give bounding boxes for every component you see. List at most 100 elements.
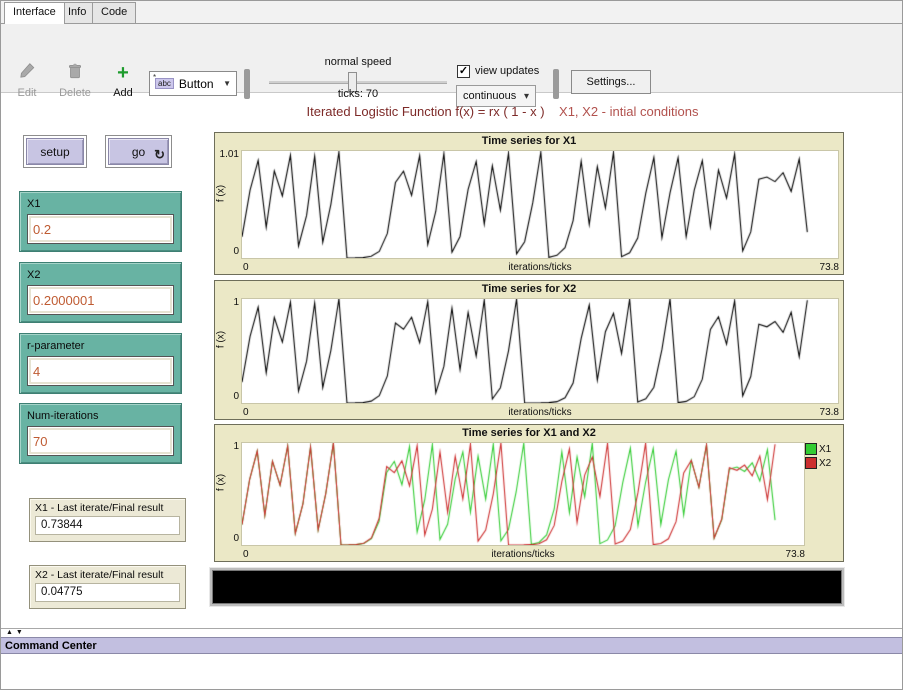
pencil-icon <box>7 62 47 84</box>
add-widget-button[interactable]: + Add <box>103 62 143 99</box>
plot3-legend: X1 X2 <box>805 443 841 471</box>
view-updates-label: view updates <box>475 65 539 77</box>
plot2-xlabel: iterations/ticks <box>241 407 839 418</box>
tab-code-label: Code <box>101 6 127 18</box>
trash-icon <box>55 62 95 84</box>
delete-label: Delete <box>59 87 91 99</box>
legend-swatch-x1 <box>805 443 817 455</box>
input-r-parameter-field[interactable] <box>27 356 174 386</box>
input-x2-label: X2 <box>27 269 174 281</box>
ticks-counter: ticks: 70 <box>269 88 447 100</box>
plot3-xmax-tick: 73.8 <box>786 549 805 560</box>
model-title-main: Iterated Logistic Function f(x) = rx ( 1… <box>306 104 544 119</box>
plot3-canvas <box>242 443 804 545</box>
monitor-x2-label: X2 - Last iterate/Final result <box>35 569 180 581</box>
plot2-ylabel: f (x) <box>216 320 227 360</box>
check-icon: ✓ <box>459 65 468 77</box>
input-num-iterations-field[interactable] <box>27 426 174 456</box>
legend-entry-x1: X1 <box>805 443 841 455</box>
toolbar-separator-2 <box>553 69 559 99</box>
plot2-canvas-area <box>241 298 839 404</box>
plot2-title: Time series for X2 <box>215 283 843 295</box>
plot2-xmax-tick: 73.8 <box>820 407 839 418</box>
monitor-x1-value: 0.73844 <box>35 516 180 535</box>
plot3-ylabel: f (x) <box>216 463 227 503</box>
command-center-header[interactable]: Command Center <box>1 637 902 654</box>
legend-label-x2: X2 <box>819 458 831 469</box>
command-center-splitter[interactable] <box>1 628 902 629</box>
plot1-xmax-tick: 73.8 <box>820 262 839 273</box>
go-button[interactable]: go ↻ <box>108 138 169 165</box>
model-title: Iterated Logistic Function f(x) = rx ( 1… <box>101 104 903 119</box>
go-button-frame: go ↻ <box>105 135 172 168</box>
edit-button[interactable]: Edit <box>7 62 47 99</box>
input-widget-x2: X2 <box>19 262 182 323</box>
chevron-down-icon: ▾ <box>524 91 529 102</box>
input-widget-x1: X1 <box>19 191 182 252</box>
legend-swatch-x2 <box>805 457 817 469</box>
plot2-ymax-tick: 1 <box>215 297 239 308</box>
delete-button[interactable]: Delete <box>55 62 95 99</box>
monitor-x2-value: 0.04775 <box>35 583 180 602</box>
plot-time-series-x2: Time series for X2 1 f (x) 0 0 iteration… <box>214 280 844 420</box>
input-x1-label: X1 <box>27 198 174 210</box>
command-center-collapse-arrows[interactable]: ▲▼ <box>6 629 26 636</box>
plot1-canvas <box>242 151 838 258</box>
dropdown-arrow-icon: ▼ <box>223 79 231 88</box>
plot-time-series-x1: Time series for X1 1.01 f (x) 0 0 iterat… <box>214 132 844 275</box>
update-mode-value: continuous <box>463 90 516 102</box>
plot1-ylabel: f (x) <box>216 173 227 213</box>
plot3-ymin-tick: 0 <box>215 533 239 544</box>
netlogo-window: Interface Info Code Edit Delete + Add *a… <box>0 0 903 690</box>
input-widget-r-parameter: r-parameter <box>19 333 182 394</box>
monitor-x2-result: X2 - Last iterate/Final result 0.04775 <box>29 565 186 609</box>
settings-button[interactable]: Settings... <box>571 70 651 94</box>
monitor-x1-result: X1 - Last iterate/Final result 0.73844 <box>29 498 186 542</box>
forever-icon: ↻ <box>154 147 165 163</box>
world-view <box>210 568 844 606</box>
plot1-xlabel: iterations/ticks <box>241 262 839 273</box>
plot1-title: Time series for X1 <box>215 135 843 147</box>
model-title-suffix: X1, X2 - intial conditions <box>559 104 698 119</box>
tab-strip: Interface Info Code <box>1 1 902 23</box>
plot3-xlabel: iterations/ticks <box>241 549 805 560</box>
widget-type-value: Button <box>179 77 214 91</box>
plot1-ymin-tick: 0 <box>215 246 239 257</box>
input-widget-num-iterations: Num-iterations <box>19 403 182 464</box>
tab-code[interactable]: Code <box>92 2 136 23</box>
plot3-canvas-area <box>241 442 805 546</box>
abc-icon: *abc <box>155 78 174 89</box>
edit-label: Edit <box>18 87 37 99</box>
monitor-x1-label: X1 - Last iterate/Final result <box>35 502 180 514</box>
view-updates-checkbox[interactable]: ✓ <box>457 65 470 78</box>
setup-button-frame: setup <box>23 135 87 168</box>
speed-slider-label: normal speed <box>269 56 447 68</box>
widget-type-dropdown[interactable]: *abc Button ▼ <box>149 71 237 96</box>
plot3-ymax-tick: 1 <box>215 441 239 452</box>
plot3-title: Time series for X1 and X2 <box>215 427 843 439</box>
toolbar: Edit Delete + Add *abc Button ▼ normal s… <box>1 23 902 93</box>
plot-time-series-x1-x2: Time series for X1 and X2 1 f (x) 0 X1 X… <box>214 424 844 562</box>
input-x2-field[interactable] <box>27 285 174 315</box>
toolbar-separator <box>244 69 250 99</box>
command-center-title: Command Center <box>5 640 97 652</box>
tab-info-label: Info <box>68 6 86 18</box>
go-label: go <box>132 145 145 159</box>
input-num-iterations-label: Num-iterations <box>27 410 174 422</box>
legend-entry-x2: X2 <box>805 457 841 469</box>
tab-interface[interactable]: Interface <box>4 2 65 24</box>
command-center-output[interactable] <box>1 654 902 689</box>
plot2-ymin-tick: 0 <box>215 391 239 402</box>
plot1-canvas-area <box>241 150 839 259</box>
input-r-parameter-label: r-parameter <box>27 340 174 352</box>
setup-label: setup <box>40 145 69 159</box>
tab-interface-label: Interface <box>13 6 56 18</box>
plot1-ymax-tick: 1.01 <box>215 149 239 160</box>
plot2-canvas <box>242 299 838 403</box>
setup-button[interactable]: setup <box>26 138 84 165</box>
settings-label: Settings... <box>587 76 636 88</box>
input-x1-field[interactable] <box>27 214 174 244</box>
plus-icon: + <box>103 62 143 84</box>
speed-slider-track[interactable] <box>269 81 447 84</box>
legend-label-x1: X1 <box>819 444 831 455</box>
